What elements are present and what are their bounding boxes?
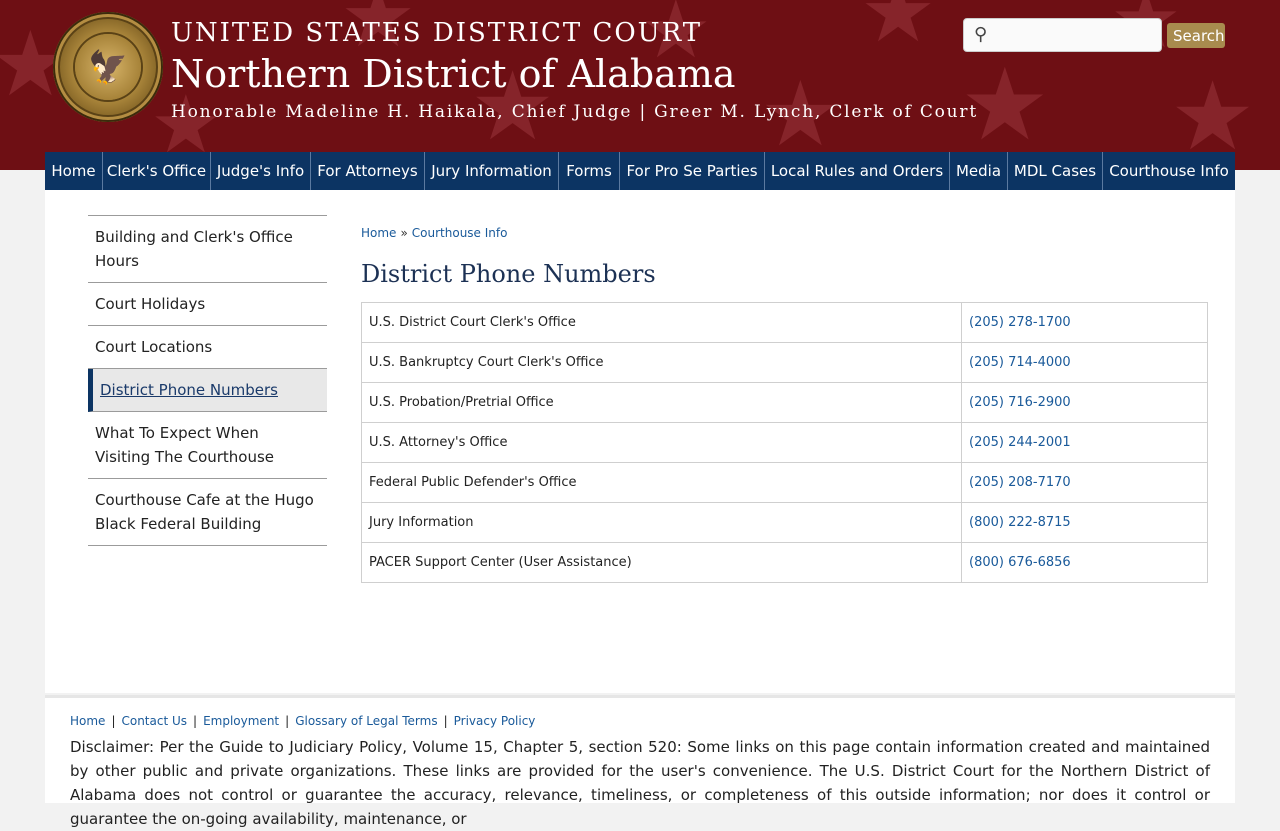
search-input[interactable] bbox=[998, 23, 1157, 49]
table-row: U.S. District Court Clerk's Office (205)… bbox=[361, 302, 1208, 343]
nav-item-for-attorneys[interactable]: For Attorneys bbox=[311, 152, 425, 190]
nav-item-forms[interactable]: Forms bbox=[559, 152, 620, 190]
office-name: U.S. Bankruptcy Court Clerk's Office bbox=[361, 342, 962, 383]
office-name: U.S. Probation/Pretrial Office bbox=[361, 382, 962, 423]
search-button[interactable]: Search bbox=[1167, 23, 1225, 48]
table-row: Federal Public Defender's Office (205) 2… bbox=[361, 462, 1208, 503]
nav-item-courthouse-info[interactable]: Courthouse Info bbox=[1103, 152, 1235, 190]
phone-numbers-table: U.S. District Court Clerk's Office (205)… bbox=[361, 302, 1208, 583]
office-name: U.S. District Court Clerk's Office bbox=[361, 302, 962, 343]
eagle-icon: 🦅 bbox=[88, 48, 128, 86]
phone-number-link[interactable]: (205) 244-2001 bbox=[961, 422, 1208, 463]
breadcrumb-home[interactable]: Home bbox=[361, 226, 396, 240]
divider: | bbox=[193, 714, 198, 728]
phone-number-link[interactable]: (205) 278-1700 bbox=[961, 302, 1208, 343]
nav-item-judges-info[interactable]: Judge's Info bbox=[211, 152, 311, 190]
sidebar-item-district-phone-numbers[interactable]: District Phone Numbers bbox=[88, 369, 327, 412]
sidebar-item-court-locations[interactable]: Court Locations bbox=[88, 326, 327, 369]
footer-link-glossary[interactable]: Glossary of Legal Terms bbox=[295, 714, 437, 728]
breadcrumb-separator: » bbox=[400, 226, 408, 240]
footer-link-privacy-policy[interactable]: Privacy Policy bbox=[454, 714, 536, 728]
officials-line: Honorable Madeline H. Haikala, Chief Jud… bbox=[171, 102, 978, 122]
content-panel: Building and Clerk's Office Hours Court … bbox=[45, 190, 1235, 693]
divider: | bbox=[443, 714, 448, 728]
seal-center: 🦅 bbox=[75, 34, 141, 100]
table-row: Jury Information (800) 222-8715 bbox=[361, 502, 1208, 543]
page-title: District Phone Numbers bbox=[361, 260, 656, 288]
court-seal-logo[interactable]: 🦅 bbox=[53, 12, 163, 122]
nav-item-pro-se-parties[interactable]: For Pro Se Parties bbox=[620, 152, 765, 190]
phone-number-link[interactable]: (205) 716-2900 bbox=[961, 382, 1208, 423]
disclaimer-text: Disclaimer: Per the Guide to Judiciary P… bbox=[70, 738, 1210, 828]
table-row: U.S. Bankruptcy Court Clerk's Office (20… bbox=[361, 342, 1208, 383]
site-header: ★ ★ ★ ★ ★ ★ ★ ★ ★ ★ 🦅 UNITED STATES DIST… bbox=[0, 0, 1280, 170]
office-name: PACER Support Center (User Assistance) bbox=[361, 542, 962, 583]
search-icon: ⚲ bbox=[974, 24, 988, 45]
table-row: U.S. Attorney's Office (205) 244-2001 bbox=[361, 422, 1208, 463]
breadcrumb: Home » Courthouse Info bbox=[361, 226, 507, 240]
divider: | bbox=[285, 714, 290, 728]
sidebar-item-courthouse-cafe[interactable]: Courthouse Cafe at the Hugo Black Federa… bbox=[88, 479, 327, 546]
star-decoration: ★ bbox=[1170, 62, 1256, 170]
footer-link-employment[interactable]: Employment bbox=[203, 714, 279, 728]
main-nav: Home Clerk's Office Judge's Info For Att… bbox=[45, 152, 1235, 190]
sidebar-item-court-holidays[interactable]: Court Holidays bbox=[88, 283, 327, 326]
footer-links: Home | Contact Us | Employment | Glossary of L… bbox=[70, 714, 535, 728]
site-footer: Home | Contact Us | Employment | Glossary of L… bbox=[45, 695, 1235, 828]
table-row: U.S. Probation/Pretrial Office (205) 716… bbox=[361, 382, 1208, 423]
office-name: Jury Information bbox=[361, 502, 962, 543]
divider: | bbox=[111, 714, 116, 728]
office-name: Federal Public Defender's Office bbox=[361, 462, 962, 503]
district-title[interactable]: Northern District of Alabama bbox=[171, 52, 736, 96]
nav-item-media[interactable]: Media bbox=[950, 152, 1008, 190]
office-name: U.S. Attorney's Office bbox=[361, 422, 962, 463]
nav-item-clerks-office[interactable]: Clerk's Office bbox=[103, 152, 211, 190]
table-row: PACER Support Center (User Assistance) (… bbox=[361, 542, 1208, 583]
footer-link-home[interactable]: Home bbox=[70, 714, 105, 728]
footer-link-contact-us[interactable]: Contact Us bbox=[121, 714, 187, 728]
nav-item-home[interactable]: Home bbox=[45, 152, 103, 190]
star-decoration: ★ bbox=[860, 0, 937, 62]
sidebar-menu: Building and Clerk's Office Hours Court … bbox=[88, 215, 327, 546]
nav-item-local-rules[interactable]: Local Rules and Orders bbox=[765, 152, 950, 190]
nav-item-jury-information[interactable]: Jury Information bbox=[425, 152, 559, 190]
sidebar-item-what-to-expect[interactable]: What To Expect When Visiting The Courtho… bbox=[88, 412, 327, 479]
breadcrumb-courthouse-info[interactable]: Courthouse Info bbox=[412, 226, 508, 240]
court-title: UNITED STATES DISTRICT COURT bbox=[171, 18, 703, 48]
phone-number-link[interactable]: (205) 208-7170 bbox=[961, 462, 1208, 503]
sidebar-item-clerks-office-hours[interactable]: Building and Clerk's Office Hours bbox=[88, 216, 327, 283]
phone-number-link[interactable]: (800) 222-8715 bbox=[961, 502, 1208, 543]
phone-number-link[interactable]: (205) 714-4000 bbox=[961, 342, 1208, 383]
phone-number-link[interactable]: (800) 676-6856 bbox=[961, 542, 1208, 583]
nav-item-mdl-cases[interactable]: MDL Cases bbox=[1008, 152, 1103, 190]
search-box: ⚲ bbox=[963, 18, 1162, 52]
